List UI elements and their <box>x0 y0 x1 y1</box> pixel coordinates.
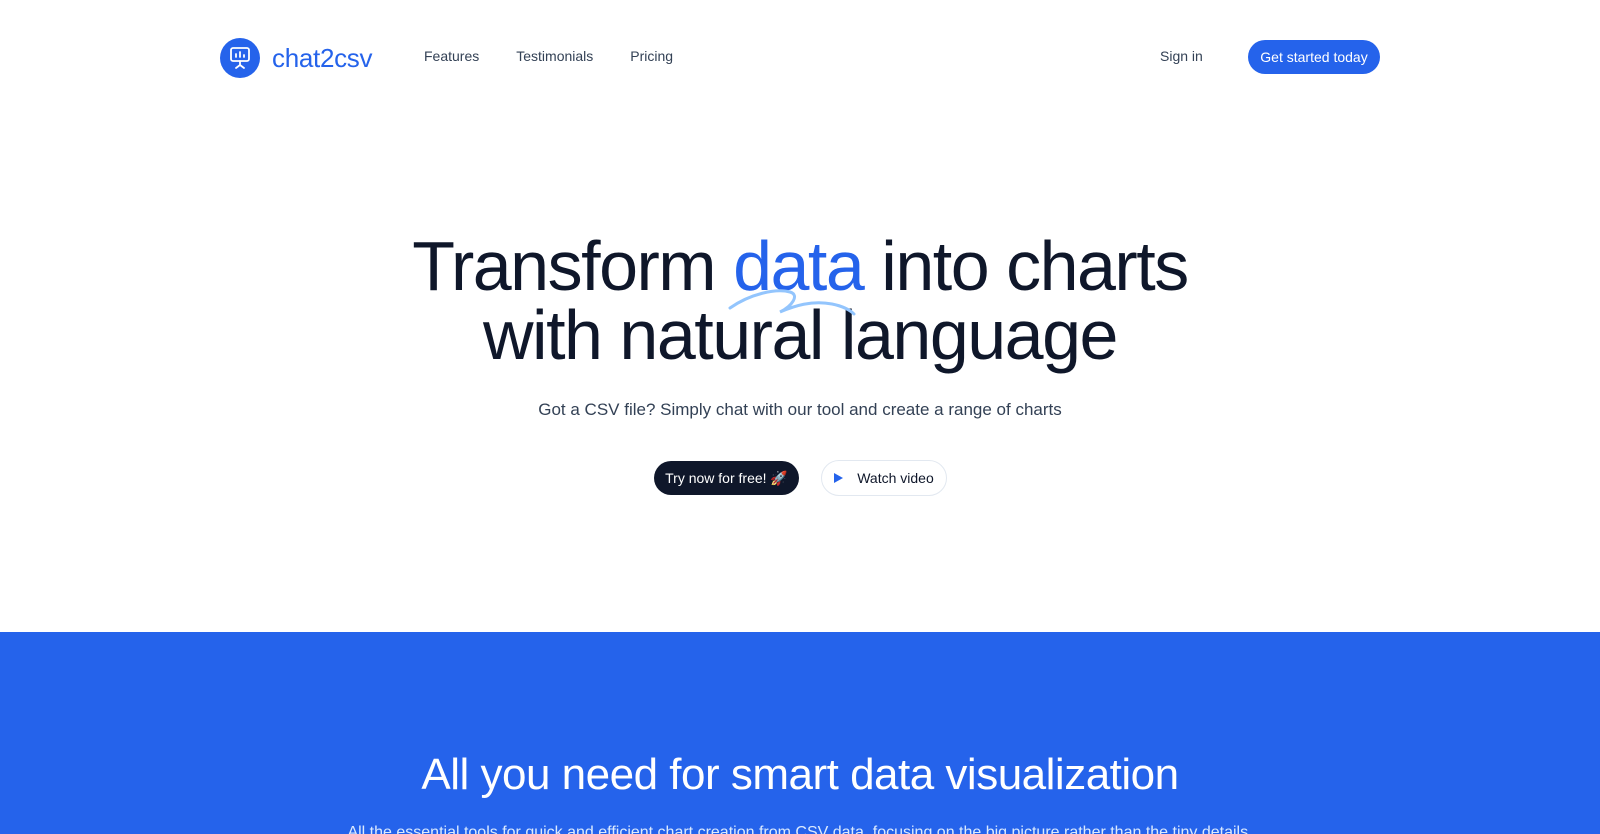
hero-title-start: Transform <box>412 227 734 305</box>
watch-video-button[interactable]: Watch video <box>821 460 947 496</box>
hero-title-line2: with natural language <box>483 296 1118 374</box>
features-subtitle: All the essential tools for quick and ef… <box>347 824 1253 834</box>
try-now-button[interactable]: Try now for free! 🚀 <box>654 461 799 495</box>
nav-link-features[interactable]: Features <box>414 46 489 66</box>
hero-title: Transform data into charts with natural l… <box>0 231 1600 370</box>
hero-title-accent: data <box>733 227 865 305</box>
features-section: All you need for smart data visualizatio… <box>0 632 1600 834</box>
presentation-chart-icon <box>220 38 260 78</box>
hero-title-end: into charts <box>863 227 1189 305</box>
main-nav: Features Testimonials Pricing <box>414 46 700 66</box>
brand-logo-link[interactable]: chat2csv <box>220 38 373 78</box>
get-started-button[interactable]: Get started today <box>1248 40 1380 74</box>
watch-video-label: Watch video <box>857 470 934 486</box>
nav-link-testimonials[interactable]: Testimonials <box>506 46 603 66</box>
play-icon <box>834 473 844 483</box>
site-header: chat2csv Features Testimonials Pricing S… <box>0 0 1600 114</box>
sign-in-link[interactable]: Sign in <box>1160 48 1203 64</box>
features-title: All you need for smart data visualizatio… <box>421 750 1179 799</box>
nav-link-pricing[interactable]: Pricing <box>620 46 683 66</box>
brand-name: chat2csv <box>272 42 373 73</box>
hero-subtitle: Got a CSV file? Simply chat with our too… <box>538 400 1062 419</box>
